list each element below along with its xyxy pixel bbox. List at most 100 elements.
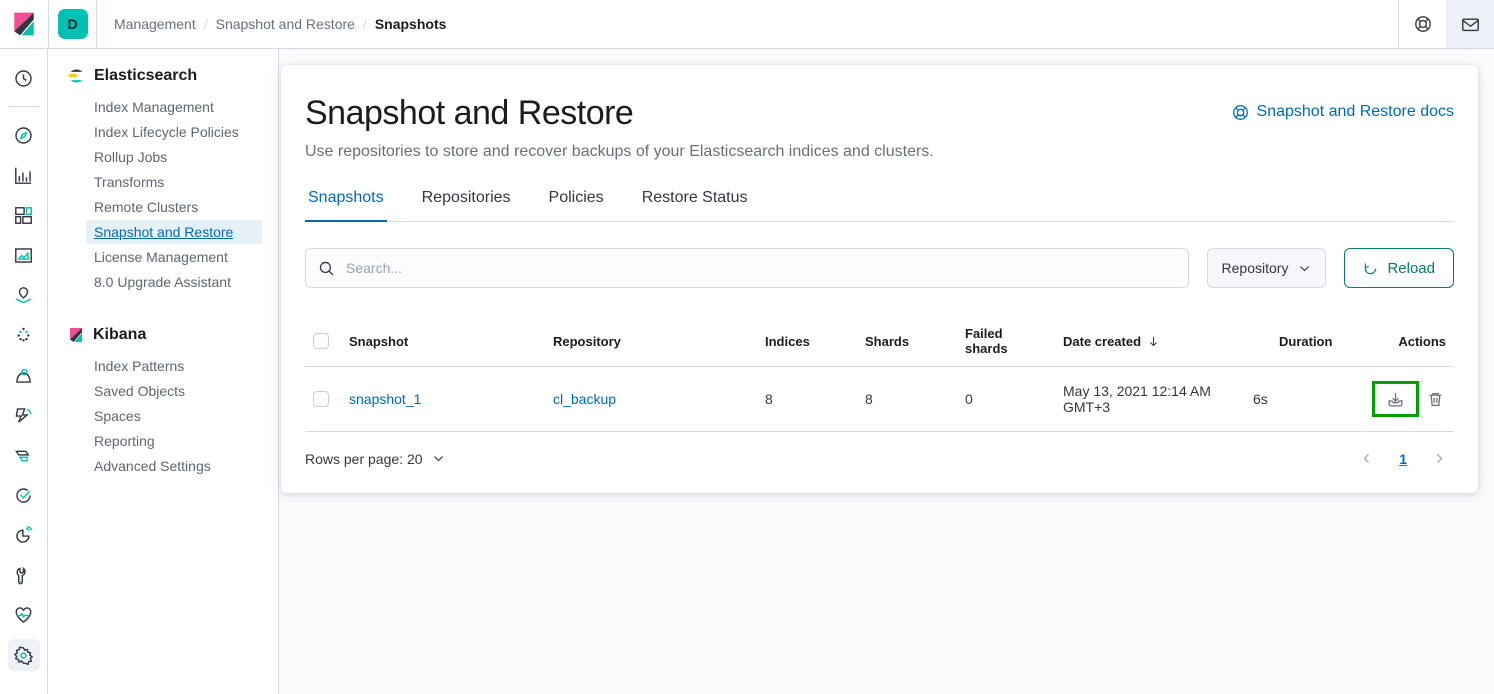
previous-page-button[interactable] [1352, 448, 1381, 469]
repository-filter-button[interactable]: Repository [1207, 248, 1327, 288]
row-checkbox[interactable] [313, 391, 329, 407]
sidebar-item-advanced-settings[interactable]: Advanced Settings [86, 454, 262, 478]
snapshot-search [305, 248, 1189, 288]
delete-snapshot-button[interactable] [1425, 389, 1446, 410]
newsfeed-button[interactable] [1446, 0, 1494, 48]
app-visualize[interactable] [8, 159, 40, 191]
app-maps[interactable] [8, 279, 40, 311]
column-header-date-created[interactable]: Date created [1063, 334, 1263, 349]
tab-restore-status[interactable]: Restore Status [639, 175, 751, 221]
shards-value: 8 [857, 377, 957, 421]
stack-management-gear-icon [14, 646, 33, 665]
graph-icon [14, 366, 33, 385]
kibana-home-button[interactable] [0, 0, 49, 48]
app-metrics[interactable] [8, 519, 40, 551]
sort-desc-arrow-icon [1147, 335, 1160, 348]
next-page-button[interactable] [1425, 448, 1454, 469]
management-sidebar: Elasticsearch Index Management Index Lif… [48, 49, 279, 694]
sidebar-item-license-management[interactable]: License Management [86, 245, 262, 269]
sidebar-item-index-management[interactable]: Index Management [86, 95, 262, 119]
sidebar-item-transforms[interactable]: Transforms [86, 170, 262, 194]
date-created-label: Date created [1063, 334, 1141, 349]
snapshot-name-link[interactable]: snapshot_1 [349, 391, 421, 407]
recently-viewed-icon [14, 69, 33, 88]
newsfeed-envelope-icon [1461, 15, 1480, 34]
app-graph[interactable] [8, 359, 40, 391]
breadcrumb-snapshots: Snapshots [375, 16, 447, 32]
help-menu-button[interactable] [1398, 0, 1446, 48]
help-icon [1414, 15, 1432, 33]
app-apm[interactable] [8, 439, 40, 471]
canvas-icon [14, 246, 33, 265]
breadcrumb-separator: / [204, 16, 208, 32]
sidebar-item-snapshot-and-restore[interactable]: Snapshot and Restore [86, 220, 262, 244]
app-uptime[interactable] [8, 479, 40, 511]
table-row: snapshot_1 cl_backup 8 8 0 May 13, 2021 … [305, 367, 1454, 432]
sidebar-item-remote-clusters[interactable]: Remote Clusters [86, 195, 262, 219]
column-header-failed-shards: Failed shards [957, 316, 1055, 366]
app-stack-management[interactable] [8, 639, 40, 671]
docs-help-icon [1232, 104, 1249, 121]
select-all-checkbox[interactable] [313, 333, 329, 349]
restore-snapshot-button[interactable] [1372, 381, 1419, 417]
sidebar-item-reporting[interactable]: Reporting [86, 429, 262, 453]
pagination: 1 [1352, 448, 1454, 469]
date-created-value: May 13, 2021 12:14 AM GMT+3 [1055, 369, 1245, 429]
app-discover[interactable] [8, 119, 40, 151]
sidebar-heading-label: Elasticsearch [94, 67, 197, 85]
dev-tools-wrench-icon [14, 566, 33, 585]
kibana-mini-logo-icon [68, 327, 84, 343]
uptime-icon [14, 486, 33, 505]
dashboard-icon [14, 206, 33, 225]
sidebar-heading-label: Kibana [93, 326, 146, 344]
search-icon [318, 260, 335, 277]
breadcrumb-management[interactable]: Management [114, 16, 196, 32]
sidebar-item-saved-objects[interactable]: Saved Objects [86, 379, 262, 403]
app-stack-monitoring[interactable] [8, 599, 40, 631]
docs-link[interactable]: Snapshot and Restore docs [1232, 103, 1454, 121]
app-logs[interactable] [8, 399, 40, 431]
app-canvas[interactable] [8, 239, 40, 271]
app-dev-tools[interactable] [8, 559, 40, 591]
logs-icon [14, 406, 33, 425]
indices-value: 8 [757, 377, 857, 421]
tab-bar: Snapshots Repositories Policies Restore … [305, 175, 1454, 222]
page-1-button[interactable]: 1 [1391, 449, 1415, 469]
sidebar-item-index-patterns[interactable]: Index Patterns [86, 354, 262, 378]
app-dashboard[interactable] [8, 199, 40, 231]
recently-viewed-button[interactable] [8, 62, 40, 94]
page-description: Use repositories to store and recover ba… [305, 143, 1454, 161]
rows-per-page-label: Rows per page: 20 [305, 451, 423, 467]
sidebar-item-index-lifecycle-policies[interactable]: Index Lifecycle Policies [86, 120, 262, 144]
machine-learning-icon [14, 326, 33, 345]
reload-button[interactable]: Reload [1344, 248, 1454, 288]
repository-name-link[interactable]: cl_backup [553, 391, 616, 407]
table-header-row: Snapshot Repository Indices Shards Faile… [305, 316, 1454, 367]
tab-repositories[interactable]: Repositories [419, 175, 514, 221]
restore-icon [1387, 391, 1404, 408]
failed-shards-value: 0 [957, 377, 1055, 421]
sidebar-item-spaces[interactable]: Spaces [86, 404, 262, 428]
page-title: Snapshot and Restore [305, 91, 633, 135]
main-content: Snapshot and Restore Snapshot and Restor… [279, 49, 1494, 694]
breadcrumb-separator: / [363, 16, 367, 32]
refresh-icon [1363, 261, 1378, 276]
column-header-snapshot: Snapshot [341, 324, 545, 359]
app-machine-learning[interactable] [8, 319, 40, 351]
breadcrumb-snapshot-restore[interactable]: Snapshot and Restore [216, 16, 355, 32]
tab-policies[interactable]: Policies [546, 175, 607, 221]
sidebar-item-upgrade-assistant[interactable]: 8.0 Upgrade Assistant [86, 270, 262, 294]
repository-filter-label: Repository [1222, 260, 1289, 276]
search-input[interactable] [344, 259, 1176, 277]
space-selector[interactable]: D [49, 0, 97, 48]
discover-icon [14, 126, 33, 145]
sidebar-section-kibana: Kibana Index Patterns Saved Objects Spac… [48, 322, 278, 478]
rows-per-page-button[interactable]: Rows per page: 20 [305, 451, 445, 467]
sidebar-section-elasticsearch: Elasticsearch Index Management Index Lif… [48, 63, 278, 294]
duration-value: 6s [1245, 377, 1349, 421]
sidebar-item-rollup-jobs[interactable]: Rollup Jobs [86, 145, 262, 169]
tab-snapshots[interactable]: Snapshots [305, 175, 387, 221]
column-header-shards: Shards [857, 324, 957, 359]
apm-icon [14, 446, 33, 465]
breadcrumb: Management / Snapshot and Restore / Snap… [97, 0, 446, 48]
